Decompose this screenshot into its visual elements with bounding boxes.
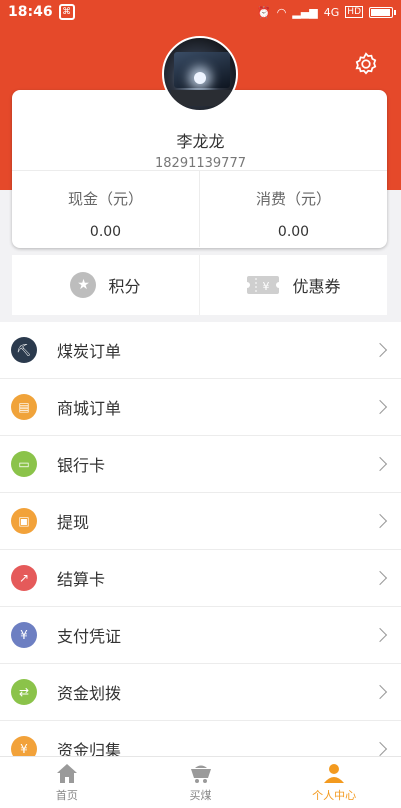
tab-home[interactable]: 首页 xyxy=(0,757,134,808)
menu-item-label: 提现 xyxy=(57,513,90,532)
signal-icon: ▂▄▆ xyxy=(292,5,318,19)
menu-item-label: 商城订单 xyxy=(57,399,122,418)
avatar[interactable] xyxy=(162,36,238,112)
status-icons: ⏰ ◠ ▂▄▆ 4G HD xyxy=(257,5,396,19)
menu-item-mall-orders[interactable]: ▤ 商城订单 xyxy=(0,379,401,436)
menu-item-coal-orders[interactable]: ⛏ 煤炭订单 xyxy=(0,322,401,379)
quick-actions: ★ 积分 ¥ 优惠券 xyxy=(12,255,387,315)
menu-item-withdraw[interactable]: ▣ 提现 xyxy=(0,493,401,550)
chevron-right-icon xyxy=(372,684,388,700)
wifi-icon: ◠ xyxy=(276,5,287,19)
menu-item-fund-transfer[interactable]: ⇄ 资金划拨 xyxy=(0,664,401,721)
fund-transfer-icon: ⇄ xyxy=(11,679,37,705)
user-icon xyxy=(324,764,345,783)
menu-item-label: 银行卡 xyxy=(57,456,106,475)
tab-label: 买煤 xyxy=(189,789,212,802)
payment-voucher-icon: ¥ xyxy=(11,622,37,648)
star-icon: ★ xyxy=(70,272,97,298)
home-icon xyxy=(56,764,77,783)
tab-buy-coal[interactable]: 买煤 xyxy=(134,757,268,808)
consumption-label: 消费（元） xyxy=(255,190,331,208)
svg-text:¥: ¥ xyxy=(263,280,270,293)
settings-gear-icon[interactable] xyxy=(353,51,379,77)
tab-label: 个人中心 xyxy=(312,789,357,802)
coal-order-icon: ⛏ xyxy=(11,337,37,363)
user-phone: 18291139777 xyxy=(155,156,246,171)
points-label: 积分 xyxy=(108,277,141,296)
coupon-label: 优惠券 xyxy=(292,277,341,296)
consumption-value[interactable]: 0.00 xyxy=(200,224,387,240)
menu-item-payment-voucher[interactable]: ¥ 支付凭证 xyxy=(0,607,401,664)
bank-card-icon: ▭ xyxy=(11,451,37,477)
chevron-right-icon xyxy=(372,399,388,415)
notification-icon: ⌘ xyxy=(58,4,75,20)
tab-label: 首页 xyxy=(55,789,78,802)
battery-icon xyxy=(369,6,396,18)
network-type: 4G xyxy=(323,5,340,19)
withdraw-icon: ▣ xyxy=(11,508,37,534)
menu-list: ⛏ 煤炭订单 ▤ 商城订单 ▭ 银行卡 ▣ 提现 ↗ 结算卡 ¥ 支付凭证 ⇄ … xyxy=(0,322,401,778)
coupon-button[interactable]: ¥ 优惠券 xyxy=(199,255,387,315)
menu-item-label: 结算卡 xyxy=(57,570,106,589)
cart-icon xyxy=(190,765,211,783)
menu-item-label: 煤炭订单 xyxy=(57,342,122,361)
menu-item-settlement-card[interactable]: ↗ 结算卡 xyxy=(0,550,401,607)
settlement-card-icon: ↗ xyxy=(11,565,37,591)
chevron-right-icon xyxy=(372,741,388,757)
status-bar: 18:46 ⌘ ⏰ ◠ ▂▄▆ 4G HD xyxy=(0,0,401,24)
cash-label: 现金（元） xyxy=(67,190,143,208)
points-button[interactable]: ★ 积分 xyxy=(12,255,199,315)
coupon-icon: ¥ xyxy=(246,276,281,294)
mall-order-icon: ▤ xyxy=(11,394,37,420)
menu-item-label: 支付凭证 xyxy=(57,627,122,646)
cash-value[interactable]: 0.00 xyxy=(12,224,199,240)
alarm-icon: ⏰ xyxy=(257,5,271,19)
bottom-tab-bar: 首页 买煤 个人中心 xyxy=(0,756,401,808)
user-name: 李龙龙 xyxy=(176,132,225,151)
menu-item-bank-card[interactable]: ▭ 银行卡 xyxy=(0,436,401,493)
chevron-right-icon xyxy=(372,513,388,529)
chevron-right-icon xyxy=(372,627,388,643)
chevron-right-icon xyxy=(372,342,388,358)
hd-badge: HD xyxy=(345,6,363,18)
menu-item-label: 资金划拨 xyxy=(57,684,122,703)
tab-personal-center[interactable]: 个人中心 xyxy=(267,757,401,808)
chevron-right-icon xyxy=(372,570,388,586)
chevron-right-icon xyxy=(372,456,388,472)
status-time: 18:46 xyxy=(8,4,53,20)
